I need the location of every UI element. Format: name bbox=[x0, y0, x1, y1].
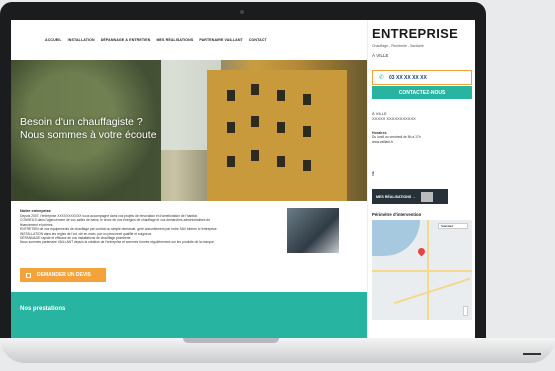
realisations-button[interactable]: MES RÉALISATIONS → bbox=[372, 189, 448, 204]
document-icon bbox=[26, 272, 31, 278]
phone-button[interactable]: ✆ 03 XX XX XX XX bbox=[372, 70, 472, 85]
nav-item-installation[interactable]: INSTALLATION bbox=[68, 38, 95, 42]
zone-title: Périmètre d'intervention bbox=[372, 212, 422, 217]
phone-icon: ✆ bbox=[379, 75, 385, 81]
intervention-map[interactable]: Standard bbox=[372, 220, 472, 320]
website-link[interactable]: www.vaillant.fr bbox=[372, 140, 421, 144]
nav-item-partenaire[interactable]: PARTENAIRE VAILLANT bbox=[199, 38, 243, 42]
brand-logo[interactable]: ENTREPRISE bbox=[372, 26, 458, 41]
sidebar: ENTREPRISE Chauffage - Plomberie - Sanit… bbox=[367, 20, 475, 338]
nav-item-accueil[interactable]: ACCUEIL bbox=[45, 38, 62, 42]
laptop-screen: ACCUEIL INSTALLATION DÉPANNAGE & ENTRETI… bbox=[11, 20, 475, 338]
contact-button-label: CONTACTEZ-NOUS bbox=[398, 89, 446, 96]
realisations-thumbnail bbox=[420, 191, 433, 202]
map-road bbox=[372, 270, 472, 272]
realisations-label: MES RÉALISATIONS → bbox=[376, 194, 416, 199]
quote-request-label: DEMANDER UN DEVIS bbox=[37, 272, 91, 278]
contact-button[interactable]: CONTACTEZ-NOUS bbox=[372, 86, 472, 99]
brand-city: À VILLE bbox=[372, 53, 389, 58]
hours-block: Horaires Du lundi au vendredi de 8h à 17… bbox=[372, 131, 421, 144]
hero-line-2: Nous sommes à votre écoute bbox=[20, 129, 157, 141]
location-pin-icon[interactable] bbox=[416, 246, 427, 257]
camera-dot bbox=[240, 10, 244, 14]
main-nav: ACCUEIL INSTALLATION DÉPANNAGE & ENTRETI… bbox=[11, 20, 367, 60]
brand-tagline: Chauffage - Plomberie - Sanitaire bbox=[372, 44, 424, 48]
nav-item-realisations[interactable]: MES RÉALISATIONS bbox=[156, 38, 193, 42]
laptop-base bbox=[0, 338, 555, 363]
services-title: Nos prestations bbox=[20, 306, 66, 312]
hero-banner: Besoin d'un chauffagiste ? Nous sommes à… bbox=[11, 60, 367, 201]
map-road bbox=[393, 277, 471, 305]
map-zoom-control[interactable] bbox=[463, 306, 468, 316]
hero-building-image bbox=[207, 70, 347, 201]
about-section: Notre entreprise Depuis 2007, l'entrepri… bbox=[20, 208, 285, 245]
facebook-icon[interactable]: f bbox=[372, 172, 374, 178]
nav-item-contact[interactable]: CONTACT bbox=[249, 38, 267, 42]
hero-line-1: Besoin d'un chauffagiste ? bbox=[20, 116, 143, 128]
phone-number: 03 XX XX XX XX bbox=[389, 74, 427, 81]
website-main: ACCUEIL INSTALLATION DÉPANNAGE & ENTRETI… bbox=[11, 20, 367, 338]
hero-headline: Besoin d'un chauffagiste ? Nous sommes à… bbox=[20, 116, 157, 142]
map-sea bbox=[372, 220, 420, 256]
laptop-base-mark bbox=[523, 353, 541, 355]
team-photo bbox=[287, 208, 339, 253]
about-title: Notre entreprise bbox=[20, 208, 51, 213]
nav-item-depannage[interactable]: DÉPANNAGE & ENTRETIEN bbox=[101, 38, 151, 42]
map-road bbox=[427, 220, 429, 320]
services-band: Nos prestations bbox=[11, 292, 367, 338]
hours-title: Horaires bbox=[372, 131, 387, 135]
address-block: À VILLE XXXXX XXXXXXXXXXX bbox=[372, 111, 416, 121]
laptop-notch bbox=[183, 338, 279, 343]
about-line: Nous sommes partenaire VAILLANT depuis l… bbox=[20, 240, 215, 245]
laptop-bezel: ACCUEIL INSTALLATION DÉPANNAGE & ENTRETI… bbox=[0, 2, 486, 342]
quote-request-button[interactable]: DEMANDER UN DEVIS bbox=[20, 268, 106, 282]
map-type-select[interactable]: Standard bbox=[438, 223, 468, 229]
address-line: XXXXX XXXXXXXXXXX bbox=[372, 116, 416, 121]
